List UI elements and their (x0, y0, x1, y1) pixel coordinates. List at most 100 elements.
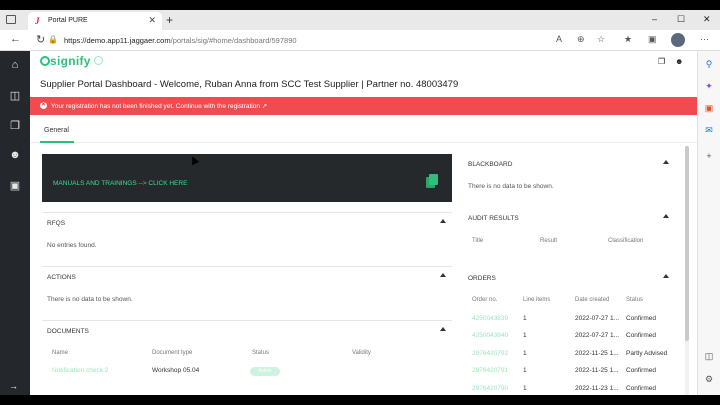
actions-empty: There is no data to be shown. (47, 296, 133, 303)
order-status: Confirmed (626, 367, 656, 374)
refresh-icon[interactable]: ↻ (36, 33, 45, 46)
read-aloud-icon[interactable]: A (556, 34, 562, 44)
zoom-icon[interactable]: ⊕ (577, 34, 585, 45)
chevron-up-icon[interactable] (663, 274, 669, 278)
order-line-items: 1 (523, 332, 527, 339)
url-path: /portals/sig/#home/dashboard/597890 (170, 36, 297, 45)
audit-col-classification[interactable]: Classification (608, 238, 643, 244)
browser-tab-strip: J Portal PURE ✕ + – ☐ ✕ (0, 10, 720, 30)
orders-col-status[interactable]: Status (626, 297, 643, 303)
order-line-items: 1 (523, 367, 527, 374)
user-hand-icon[interactable]: ☻ (8, 149, 22, 163)
tab-actions-icon[interactable] (6, 15, 16, 24)
minimize-button[interactable]: – (652, 14, 657, 24)
order-date: 2022-11-25 1... (575, 367, 619, 374)
profile-avatar[interactable] (671, 33, 685, 47)
audit-col-title[interactable]: Title (472, 238, 483, 244)
active-tab-indicator (40, 141, 74, 143)
left-navigation: ⌂ ◫ ❐ ☻ ▣ → (0, 51, 30, 395)
logo-badge-icon (93, 56, 103, 65)
col-name[interactable]: Name (52, 350, 68, 356)
signify-logo: signify (40, 54, 103, 68)
office-icon[interactable]: ▣ (703, 103, 715, 115)
lock-icon[interactable]: 🔒 (48, 35, 58, 44)
browser-sidebar: ⚲ ✦ ▣ ✉ + ◫ ⚙ (697, 51, 720, 395)
tab-general[interactable]: General (44, 127, 69, 134)
top-letterbox (0, 0, 720, 10)
actions-section: ACTIONS There is no data to be shown. (42, 266, 452, 316)
favorites-icon[interactable]: ★ (624, 34, 632, 45)
user-icon[interactable]: ☻ (675, 57, 683, 66)
url-host: https://demo.app11.jaggaer.com (64, 36, 171, 45)
registration-alert[interactable]: ✕ Your registration has not been finishe… (30, 97, 697, 115)
order-status: Confirmed (626, 385, 656, 392)
order-date: 2022-07-27 1... (575, 315, 620, 322)
chevron-up-icon[interactable] (663, 214, 669, 218)
order-line-items: 1 (523, 385, 527, 392)
add-icon[interactable]: + (703, 151, 715, 163)
blackboard-title: BLACKBOARD (468, 161, 513, 168)
manuals-link[interactable]: MANUALS AND TRAININGS --> CLICK HERE (53, 180, 187, 187)
tab-title: Portal PURE (48, 17, 88, 24)
page-title: Supplier Portal Dashboard - Welcome, Rub… (40, 79, 459, 90)
chevron-up-icon[interactable] (663, 160, 669, 164)
document-type: Workshop 05.04 (152, 367, 200, 374)
orders-col-order-no[interactable]: Order no. (472, 297, 497, 303)
address-bar: ← ↻ 🔒 https://demo.app11.jaggaer.com/por… (0, 30, 720, 51)
tab-close-icon[interactable]: ✕ (148, 15, 156, 26)
maximize-button[interactable]: ☐ (677, 14, 685, 25)
new-tab-button[interactable]: + (166, 13, 173, 27)
audit-col-result[interactable]: Result (540, 238, 557, 244)
rfqs-section: RFQS No entries found. (42, 212, 452, 262)
alert-text: Your registration has not been finished … (51, 103, 268, 110)
document-name-link[interactable]: Notification check 2 (52, 367, 108, 374)
blackboard-empty: There is no data to be shown. (468, 183, 554, 190)
shopping-icon[interactable]: ✦ (703, 81, 715, 93)
manuals-banner[interactable]: MANUALS AND TRAININGS --> CLICK HERE (42, 154, 452, 202)
home-icon[interactable]: ⌂ (8, 59, 22, 73)
more-options-icon[interactable]: ⋯ (700, 34, 709, 45)
chevron-up-icon[interactable] (440, 273, 446, 277)
documents-icon[interactable]: ❐ (8, 119, 22, 133)
order-link[interactable]: 2976420791 (472, 367, 508, 374)
chevron-up-icon[interactable] (440, 327, 446, 331)
truck-icon[interactable]: ▣ (8, 179, 22, 193)
logo-text: signify (50, 54, 91, 68)
collections-icon[interactable]: ▣ (648, 34, 657, 45)
col-validity[interactable]: Validity (352, 350, 371, 356)
rfqs-empty: No entries found. (47, 242, 97, 249)
database-icon[interactable]: ◫ (8, 89, 22, 103)
documents-title: DOCUMENTS (47, 328, 89, 335)
scrollbar-thumb[interactable] (685, 146, 689, 341)
notifications-icon[interactable]: ❐ (658, 57, 665, 66)
order-date: 2022-11-25 1... (575, 350, 619, 357)
order-link[interactable]: 4250043840 (472, 332, 508, 339)
order-link[interactable]: 2976420792 (472, 350, 508, 357)
portal-main: signify ❐ ☻ Supplier Portal Dashboard - … (30, 51, 697, 395)
screen: J Portal PURE ✕ + – ☐ ✕ ← ↻ 🔒 https://de… (0, 0, 720, 405)
expand-arrow-icon[interactable]: → (9, 381, 18, 391)
order-status: Partly Advised (626, 350, 668, 357)
order-link[interactable]: 4250043839 (472, 315, 508, 322)
url-field[interactable]: https://demo.app11.jaggaer.com/portals/s… (64, 36, 297, 45)
order-link[interactable]: 2976420790 (472, 385, 508, 392)
orders-col-date[interactable]: Date created (575, 297, 609, 303)
close-window-button[interactable]: ✕ (703, 14, 711, 25)
actions-title: ACTIONS (47, 274, 76, 281)
search-icon[interactable]: ⚲ (703, 59, 715, 71)
logo-ring (40, 56, 50, 66)
chevron-up-icon[interactable] (440, 219, 446, 223)
back-icon[interactable]: ← (10, 33, 21, 45)
browser-tab[interactable]: J Portal PURE ✕ (28, 12, 162, 30)
outlook-icon[interactable]: ✉ (703, 125, 715, 137)
sidebar-toggle-icon[interactable]: ◫ (703, 351, 715, 363)
settings-gear-icon[interactable]: ⚙ (703, 374, 715, 386)
error-icon: ✕ (40, 102, 47, 109)
audit-title: AUDIT RESULTS (468, 215, 519, 222)
bottom-letterbox (0, 395, 720, 405)
copy-icon (429, 174, 438, 185)
favorite-star-icon[interactable]: ☆ (597, 34, 605, 45)
orders-col-line-items[interactable]: Line items (523, 297, 550, 303)
col-document-type[interactable]: Document type (152, 350, 192, 356)
col-status[interactable]: Status (252, 350, 269, 356)
